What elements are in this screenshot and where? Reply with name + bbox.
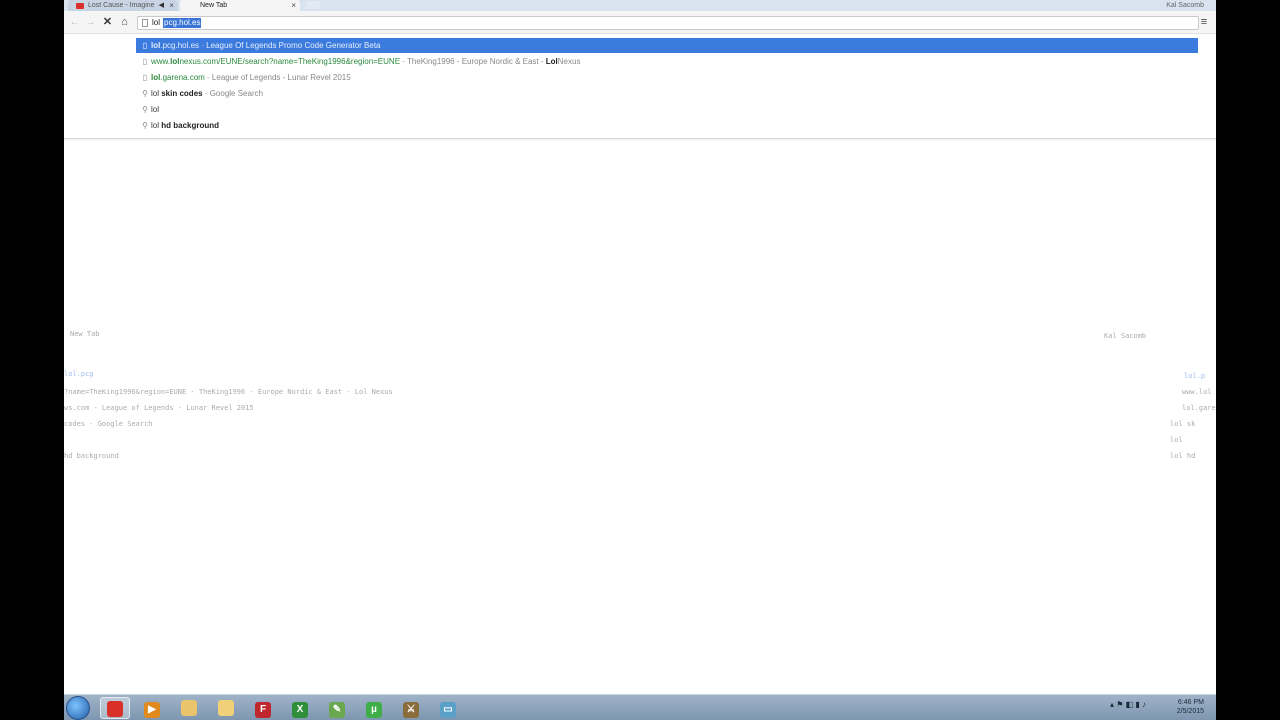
page-icon: ▯ — [142, 41, 148, 50]
tab-new-tab[interactable]: New Tab × — [180, 0, 300, 11]
browser-window: Lost Cause - Imagine ◀ × New Tab × Kal S… — [64, 0, 1216, 720]
utorrent-icon: µ — [366, 702, 382, 718]
file-explorer-icon — [181, 700, 197, 716]
address-typed-text: lol — [152, 18, 161, 27]
taskbar: ▶ F X ✎ µ ⚔ ▭ ▴ ⚑ ◧ ▮ ♪ 6:46 PM 2/5/2015 — [64, 694, 1216, 720]
page-icon: ▯ — [142, 73, 148, 82]
taskbar-utorrent-button[interactable]: µ — [359, 697, 389, 719]
forward-icon[interactable]: → — [84, 16, 97, 29]
ghost-text: lol sk — [1170, 420, 1196, 428]
clock-date: 2/5/2015 — [1176, 708, 1204, 715]
app-window-icon: ▭ — [440, 702, 456, 718]
ghost-text: Kal Sacomb — [1104, 332, 1147, 340]
page-icon: ▯ — [142, 57, 148, 66]
page-icon — [142, 19, 148, 27]
ghost-text: lol.pcg — [64, 370, 94, 378]
chrome-icon — [107, 701, 123, 717]
suggestion-item[interactable]: ▯ lol.pcg.hol.es - League Of Legends Pro… — [136, 38, 1198, 53]
ghost-text: lol — [1170, 436, 1183, 444]
system-tray-icons[interactable]: ▴ ⚑ ◧ ▮ ♪ — [1110, 700, 1146, 709]
game-client-icon: ⚔ — [403, 702, 419, 718]
taskbar-folder-button[interactable] — [211, 697, 241, 719]
tab-strip: Lost Cause - Imagine ◀ × New Tab × Kal S… — [64, 0, 1216, 11]
suggestion-item[interactable]: ⚲ lol hd background — [136, 118, 1198, 133]
stop-loading-icon[interactable]: ✕ — [101, 16, 114, 29]
taskbar-spreadsheet-button[interactable]: X — [285, 697, 315, 719]
toolbar: ← → ✕ ⌂ lol pcg.hol.es ≡ — [64, 11, 1216, 34]
start-button[interactable] — [66, 696, 90, 720]
taskbar-file-explorer-button[interactable] — [174, 697, 204, 719]
address-bar[interactable]: lol pcg.hol.es — [137, 16, 1199, 30]
profile-name[interactable]: Kal Sacomb — [1166, 0, 1204, 11]
speaker-icon: ◀ — [158, 2, 164, 9]
ghost-text: lol.p — [1184, 372, 1206, 380]
youtube-favicon-icon — [76, 3, 84, 9]
menu-icon[interactable]: ≡ — [1198, 16, 1210, 28]
tab-title: Lost Cause - Imagine — [88, 2, 155, 9]
clock-time: 6:46 PM — [1177, 699, 1204, 706]
tab-title: New Tab — [200, 2, 228, 9]
address-autocomplete-text: pcg.hol.es — [163, 18, 202, 28]
notepad-plus-icon: ✎ — [329, 702, 345, 718]
close-tab-icon[interactable]: × — [291, 0, 296, 11]
new-tab-button[interactable] — [304, 1, 322, 9]
taskbar-app-window-button[interactable]: ▭ — [433, 697, 463, 719]
suggestion-item[interactable]: ▯ www.lolnexus.com/EUNE/search?name=TheK… — [136, 54, 1198, 69]
media-player-icon: ▶ — [144, 702, 160, 718]
omnibox-suggestions: ▯ lol.pcg.hol.es - League Of Legends Pro… — [64, 35, 1216, 139]
clock[interactable]: 6:46 PM 2/5/2015 — [1164, 698, 1204, 716]
ghost-text: hd background — [64, 452, 119, 460]
suggestion-item[interactable]: ⚲ lol skin codes - Google Search — [136, 86, 1198, 101]
back-icon[interactable]: ← — [68, 16, 81, 29]
search-icon: ⚲ — [142, 89, 148, 98]
suggestion-item[interactable]: ▯ lol.garena.com - League of Legends - L… — [136, 70, 1198, 85]
search-icon: ⚲ — [142, 121, 148, 130]
ghost-text: lol hd — [1170, 452, 1196, 460]
taskbar-chrome-button[interactable] — [100, 697, 130, 719]
suggestion-item[interactable]: ⚲ lol — [136, 102, 1198, 117]
taskbar-media-player-button[interactable]: ▶ — [137, 697, 167, 719]
ghost-text: codes - Google Search — [64, 420, 153, 428]
ghost-text: www.lol — [1182, 388, 1212, 396]
ghost-text: lol.gare — [1182, 404, 1216, 412]
tab-lost-cause[interactable]: Lost Cause - Imagine ◀ × — [68, 0, 178, 11]
ghost-text: New Tab — [70, 330, 100, 338]
close-tab-icon[interactable]: × — [169, 0, 174, 11]
home-icon[interactable]: ⌂ — [118, 16, 131, 29]
spreadsheet-icon: X — [292, 702, 308, 718]
filezilla-icon: F — [255, 702, 271, 718]
video-ghost-overlay: New Tab lol.pcg ?name=TheKing1996&region… — [64, 330, 1216, 470]
taskbar-game-client-button[interactable]: ⚔ — [396, 697, 426, 719]
folder-icon — [218, 700, 234, 716]
taskbar-notepad-plus-button[interactable]: ✎ — [322, 697, 352, 719]
search-icon: ⚲ — [142, 105, 148, 114]
taskbar-filezilla-button[interactable]: F — [248, 697, 278, 719]
ghost-text: ?name=TheKing1996&region=EUNE - TheKing1… — [64, 388, 393, 396]
ghost-text: ws.com - League of Legends - Lunar Revel… — [64, 404, 254, 412]
